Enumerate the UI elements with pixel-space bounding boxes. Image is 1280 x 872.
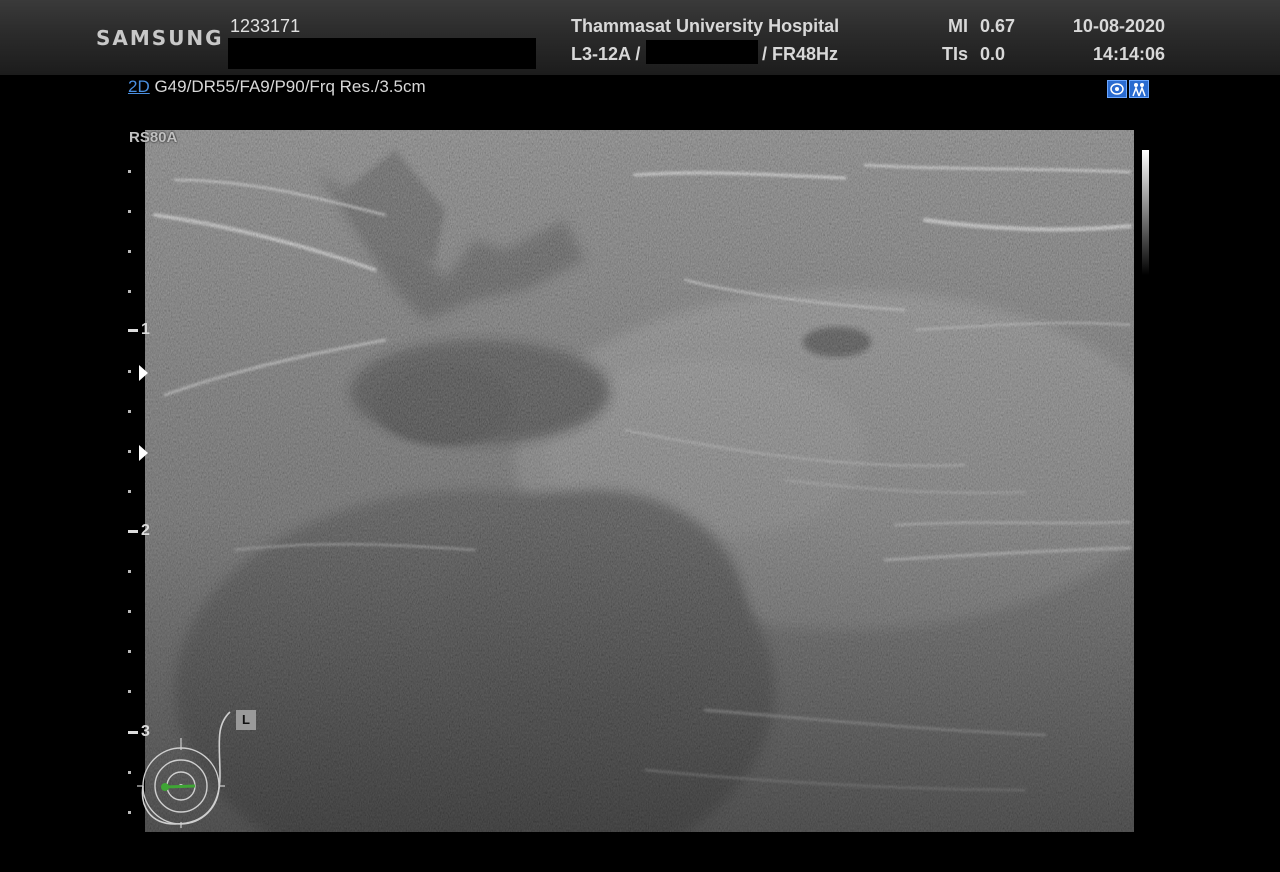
depth-tick-major	[128, 530, 138, 533]
redacted-patient-name	[228, 38, 536, 69]
people-icon[interactable]	[1129, 80, 1149, 98]
probe-position-marker	[164, 784, 196, 789]
hospital-name: Thammasat University Hospital	[571, 16, 840, 36]
grayscale-bar	[1142, 150, 1149, 275]
mi-value: 0.67	[980, 16, 1016, 36]
depth-tick	[128, 450, 131, 453]
depth-tick	[128, 290, 131, 293]
imaging-params-text: G49/DR55/FA9/P90/Frq Res./3.5cm	[149, 77, 426, 96]
imaging-parameters: 2D G49/DR55/FA9/P90/Frq Res./3.5cm	[128, 77, 426, 97]
frame-rate: / FR48Hz	[762, 44, 839, 64]
breast-body-marker-icon[interactable]	[135, 706, 265, 830]
depth-label-1: 1	[141, 321, 150, 338]
depth-tick	[128, 570, 131, 573]
focus-marker-icon[interactable]	[139, 365, 148, 381]
tis-value: 0.0	[980, 44, 1006, 64]
brand-logo: SAMSUNG	[96, 26, 224, 50]
depth-tick	[128, 370, 131, 373]
patient-id: 1233171	[230, 16, 301, 36]
depth-tick	[128, 771, 131, 774]
depth-tick	[128, 490, 131, 493]
depth-tick	[128, 610, 131, 613]
focus-marker-icon[interactable]	[139, 445, 148, 461]
depth-tick	[128, 410, 131, 413]
depth-tick	[128, 250, 131, 253]
depth-tick	[128, 170, 131, 173]
exam-date: 10-08-2020	[1072, 16, 1165, 36]
mode-2d-tab[interactable]: 2D	[128, 77, 150, 96]
top-right-icons	[1107, 80, 1149, 98]
depth-tick-major	[128, 329, 138, 332]
ultrasound-scan	[145, 130, 1134, 832]
header-bar: SAMSUNG 1233171 Thammasat University Hos…	[0, 0, 1280, 75]
probe-icon[interactable]	[1107, 80, 1127, 98]
depth-tick	[128, 811, 131, 814]
redacted-probe-info	[646, 40, 758, 64]
depth-tick	[128, 210, 131, 213]
tis-label: TIs	[942, 44, 969, 64]
depth-tick	[128, 650, 131, 653]
exam-time: 14:14:06	[1092, 44, 1165, 64]
mi-label: MI	[948, 16, 968, 36]
probe-label: L3-12A /	[571, 44, 641, 64]
ultrasound-image[interactable]	[145, 130, 1134, 832]
depth-label-2: 2	[141, 522, 150, 539]
depth-tick	[128, 690, 131, 693]
